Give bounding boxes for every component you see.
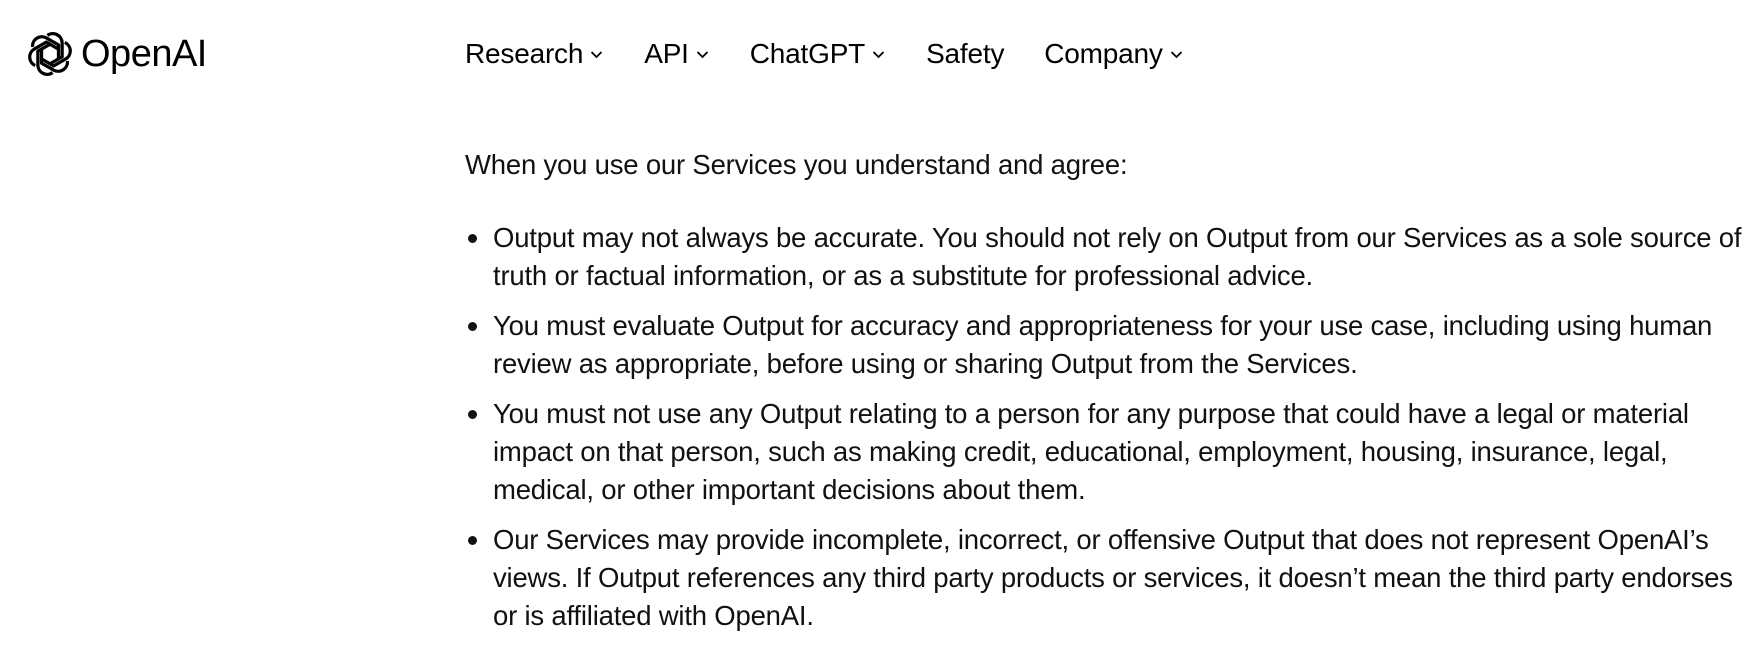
chevron-down-icon [696, 50, 708, 58]
bullet-icon [468, 536, 477, 545]
list-item: You must not use any Output relating to … [465, 395, 1755, 509]
nav-item-label: API [644, 38, 689, 69]
nav-item-label: ChatGPT [749, 38, 866, 69]
nav-item-safety[interactable]: Safety [926, 38, 1004, 70]
list-item: Our Services may provide incomplete, inc… [465, 521, 1755, 635]
site-header: OpenAI Research API ChatGPT Safety Compa… [0, 0, 1756, 100]
nav-item-research[interactable]: Research [465, 38, 604, 70]
nav-item-label: Company [1044, 38, 1163, 69]
bullet-icon [468, 234, 477, 243]
terms-bullet-list: Output may not always be accurate. You s… [465, 219, 1755, 635]
list-item: You must evaluate Output for accuracy an… [465, 307, 1755, 383]
list-item-text: You must not use any Output relating to … [493, 398, 1689, 505]
list-item-text: Our Services may provide incomplete, inc… [493, 524, 1733, 631]
nav-item-label: Safety [926, 38, 1005, 69]
bullet-icon [468, 322, 477, 331]
nav-item-chatgpt[interactable]: ChatGPT [750, 38, 886, 70]
openai-logo-link[interactable]: OpenAI [24, 28, 207, 80]
terms-content: When you use our Services you understand… [465, 146, 1755, 647]
list-item-text: Output may not always be accurate. You s… [493, 222, 1742, 291]
chevron-down-icon [872, 50, 885, 58]
chevron-down-icon [591, 50, 603, 58]
openai-logo-icon [24, 28, 76, 80]
nav-item-company[interactable]: Company [1044, 38, 1183, 70]
nav-item-label: Research [465, 38, 584, 69]
chevron-down-icon [1170, 50, 1182, 58]
main-nav: Research API ChatGPT Safety Company [465, 36, 1224, 72]
intro-text: When you use our Services you understand… [465, 149, 1128, 180]
list-item-text: You must evaluate Output for accuracy an… [493, 310, 1713, 379]
list-item: Output may not always be accurate. You s… [465, 219, 1755, 295]
bullet-icon [468, 410, 477, 419]
nav-item-api[interactable]: API [644, 38, 710, 70]
logo-text: OpenAI [81, 33, 207, 75]
